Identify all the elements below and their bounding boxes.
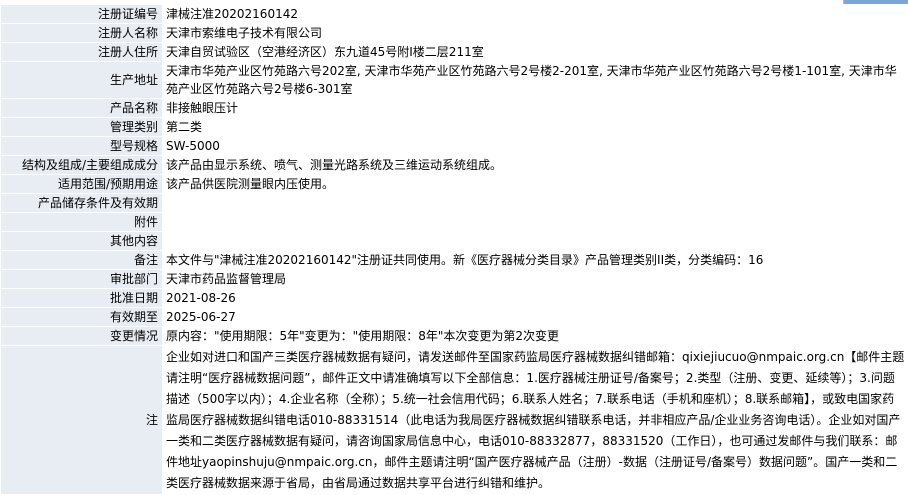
value-valid-until: 2025-06-27 [163, 308, 908, 327]
label-model-spec: 型号规格 [1, 137, 163, 156]
table-row-intended-use: 适用范围/预期用途 该产品供医院测量眼内压使用。 [1, 175, 908, 194]
label-intended-use: 适用范围/预期用途 [1, 175, 163, 194]
label-other-content: 其他内容 [1, 232, 163, 251]
table-row-approval-department: 审批部门 天津市药品监督管理局 [1, 270, 908, 289]
table-row-other-content: 其他内容 [1, 232, 908, 251]
label-storage-conditions: 产品储存条件及有效期 [1, 194, 163, 213]
label-structure-composition: 结构及组成/主要组成成分 [1, 156, 163, 175]
label-valid-until: 有效期至 [1, 308, 163, 327]
value-product-name: 非接触眼压计 [163, 99, 908, 118]
label-remarks: 备注 [1, 251, 163, 270]
label-management-category: 管理类别 [1, 118, 163, 137]
table-row-registrant-address: 注册人住所 天津自贸试验区（空港经济区）东九道45号附I楼二层211室 [1, 43, 908, 62]
table-row-management-category: 管理类别 第二类 [1, 118, 908, 137]
value-management-category: 第二类 [163, 118, 908, 137]
registration-detail-table: 注册证编号 津械注准20202160142 注册人名称 天津市索维电子技术有限公… [0, 4, 908, 495]
table-row-attachments: 附件 [1, 213, 908, 232]
table-row-model-spec: 型号规格 SW-5000 [1, 137, 908, 156]
value-change-history: 原内容："使用期限：5年"变更为："使用期限：8年"本次变更为第2次变更 [163, 327, 908, 346]
value-model-spec: SW-5000 [163, 137, 908, 156]
label-approval-department: 审批部门 [1, 270, 163, 289]
table-row-valid-until: 有效期至 2025-06-27 [1, 308, 908, 327]
label-note: 注 [1, 346, 163, 495]
label-registrant-name: 注册人名称 [1, 24, 163, 43]
table-row-production-address: 生产地址 天津市华苑产业区竹苑路六号202室, 天津市华苑产业区竹苑路六号2号楼… [1, 62, 908, 99]
label-approval-date: 批准日期 [1, 289, 163, 308]
value-attachments [163, 213, 908, 232]
value-approval-department: 天津市药品监督管理局 [163, 270, 908, 289]
label-product-name: 产品名称 [1, 99, 163, 118]
label-production-address: 生产地址 [1, 62, 163, 99]
table-row-structure-composition: 结构及组成/主要组成成分 该产品由显示系统、喷气、测量光路系统及三维运动系统组成… [1, 156, 908, 175]
table-row-change-history: 变更情况 原内容："使用期限：5年"变更为："使用期限：8年"本次变更为第2次变… [1, 327, 908, 346]
value-registration-number: 津械注准20202160142 [163, 5, 908, 24]
value-structure-composition: 该产品由显示系统、喷气、测量光路系统及三维运动系统组成。 [163, 156, 908, 175]
table-row-approval-date: 批准日期 2021-08-26 [1, 289, 908, 308]
table-row-note: 注 企业如对进口和国产三类医疗器械数据有疑问，请发送邮件至国家药监局医疗器械数据… [1, 346, 908, 495]
label-registration-number: 注册证编号 [1, 5, 163, 24]
table-row-registration-number: 注册证编号 津械注准20202160142 [1, 5, 908, 24]
table-row-product-name: 产品名称 非接触眼压计 [1, 99, 908, 118]
value-storage-conditions [163, 194, 908, 213]
value-registrant-name: 天津市索维电子技术有限公司 [163, 24, 908, 43]
value-note: 企业如对进口和国产三类医疗器械数据有疑问，请发送邮件至国家药监局医疗器械数据纠错… [163, 346, 908, 495]
value-intended-use: 该产品供医院测量眼内压使用。 [163, 175, 908, 194]
value-production-address: 天津市华苑产业区竹苑路六号202室, 天津市华苑产业区竹苑路六号2号楼2-201… [163, 62, 908, 99]
label-attachments: 附件 [1, 213, 163, 232]
table-row-storage-conditions: 产品储存条件及有效期 [1, 194, 908, 213]
value-approval-date: 2021-08-26 [163, 289, 908, 308]
value-registrant-address: 天津自贸试验区（空港经济区）东九道45号附I楼二层211室 [163, 43, 908, 62]
value-remarks: 本文件与"津械注准20202160142"注册证共同使用。新《医疗器械分类目录》… [163, 251, 908, 270]
table-row-remarks: 备注 本文件与"津械注准20202160142"注册证共同使用。新《医疗器械分类… [1, 251, 908, 270]
label-registrant-address: 注册人住所 [1, 43, 163, 62]
value-other-content [163, 232, 908, 251]
table-row-registrant-name: 注册人名称 天津市索维电子技术有限公司 [1, 24, 908, 43]
label-change-history: 变更情况 [1, 327, 163, 346]
note-text: 企业如对进口和国产三类医疗器械数据有疑问，请发送邮件至国家药监局医疗器械数据纠错… [166, 347, 906, 494]
